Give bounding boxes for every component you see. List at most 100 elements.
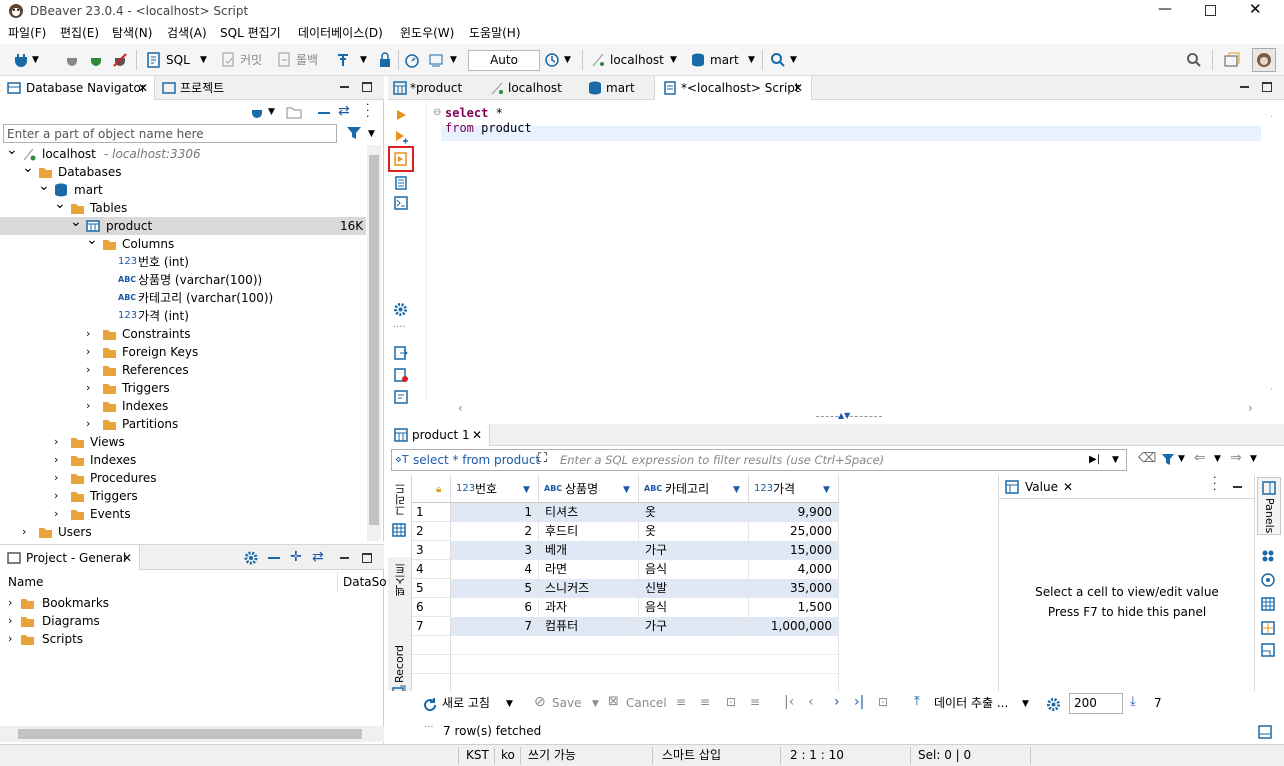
tab-grid[interactable]: 그리드: [388, 475, 411, 557]
expand-icon[interactable]: ✛: [290, 549, 302, 565]
grid-cell[interactable]: 15,000: [749, 541, 839, 560]
results-query-text[interactable]: select * from product: [413, 452, 540, 468]
server-dropdown-icon[interactable]: ▼: [450, 52, 457, 68]
tree-node[interactable]: ⌄ localhost - localhost:3306: [0, 145, 366, 163]
rollback-icon[interactable]: [276, 52, 292, 68]
tree-node[interactable]: ABC 카테고리 (varchar(100)): [0, 289, 366, 307]
tree-node[interactable]: › Events: [0, 505, 366, 523]
tree-node[interactable]: ⌄ Tables: [0, 196, 366, 217]
grid-cell[interactable]: 음식: [639, 560, 749, 579]
refresh-icon[interactable]: [422, 697, 438, 713]
grid-cell[interactable]: 25,000: [749, 522, 839, 541]
grid-cell[interactable]: 4: [451, 560, 539, 579]
chevron-right-icon[interactable]: ›: [54, 488, 58, 504]
fetch-size-input[interactable]: 200: [1069, 693, 1123, 714]
tree-node[interactable]: › Triggers: [0, 379, 366, 397]
export-dropdown-icon[interactable]: ▼: [1022, 696, 1029, 712]
filter-icon[interactable]: [1161, 453, 1175, 467]
chevron-right-icon[interactable]: ›: [54, 452, 58, 468]
grid-cell[interactable]: 신발: [639, 579, 749, 598]
chevron-right-icon[interactable]: ›: [86, 362, 90, 378]
global-search-icon[interactable]: [1186, 52, 1202, 68]
tab-localhost[interactable]: localhost: [508, 80, 562, 96]
perspective-icon[interactable]: [1224, 52, 1240, 68]
chevron-down-icon[interactable]: ⌄: [70, 214, 82, 230]
rollback-label[interactable]: 롤백: [296, 52, 318, 68]
sort-dropdown-icon[interactable]: ▼: [823, 482, 830, 498]
transaction-mode-icon[interactable]: [336, 52, 352, 68]
execute-in-new-tab-icon[interactable]: [394, 130, 408, 144]
chevron-right-icon[interactable]: ›: [22, 524, 26, 540]
save-dropdown-icon[interactable]: ▼: [592, 696, 599, 712]
menu-database[interactable]: 데이터베이스(D): [298, 25, 383, 41]
grid-cell[interactable]: 3: [451, 541, 539, 560]
refresh-button[interactable]: 새로 고침: [442, 695, 490, 711]
sql-editor-icon[interactable]: [146, 52, 162, 68]
close-icon[interactable]: ✕: [122, 550, 132, 566]
project-item[interactable]: › Diagrams: [0, 612, 366, 630]
next-page-icon[interactable]: ›: [834, 694, 840, 710]
chevron-right-icon[interactable]: ›: [8, 613, 12, 629]
grid-cell[interactable]: 5: [451, 579, 539, 598]
project-item[interactable]: › Bookmarks: [0, 594, 366, 612]
grid-cell[interactable]: 티셔츠: [539, 503, 639, 522]
minimize-view-icon[interactable]: [340, 86, 349, 88]
commit-icon[interactable]: [220, 52, 236, 68]
sort-dropdown-icon[interactable]: ▼: [523, 482, 530, 498]
grid-cell[interactable]: 옷: [639, 503, 749, 522]
gear-icon[interactable]: [393, 302, 408, 317]
row-count-icon[interactable]: ⤓: [1130, 694, 1136, 710]
row-number[interactable]: 6: [412, 598, 451, 617]
tab-localhost-script[interactable]: *<localhost> Script ✕: [654, 76, 812, 100]
tab-project-general[interactable]: Project - General ✕: [0, 545, 140, 570]
tab-text[interactable]: 텍스트: [388, 559, 411, 619]
project-hscrollbar-thumb[interactable]: [18, 729, 362, 739]
search-icon[interactable]: [770, 52, 786, 68]
grid-cell[interactable]: 옷: [639, 522, 749, 541]
tree-node[interactable]: › References: [0, 361, 366, 379]
server-status-icon[interactable]: [428, 52, 444, 68]
export-data-button[interactable]: 데이터 추출 ...: [934, 695, 1008, 711]
tree-node[interactable]: ABC 상품명 (varchar(100)): [0, 271, 366, 289]
view-menu-icon[interactable]: · · ·: [366, 99, 372, 122]
save-script-icon[interactable]: [394, 390, 408, 404]
aggregate-icon[interactable]: [1261, 573, 1275, 587]
dashboard-icon[interactable]: [404, 52, 420, 68]
link-editor-icon[interactable]: ⇄: [312, 549, 324, 565]
chevron-right-icon[interactable]: ›: [86, 326, 90, 342]
results-layout-icon[interactable]: [1258, 725, 1272, 739]
tree-node[interactable]: › Indexes: [0, 397, 366, 415]
grid-cell[interactable]: 1,500: [749, 598, 839, 617]
close-icon[interactable]: ✕: [138, 80, 148, 96]
menu-edit[interactable]: 편집(E): [60, 25, 99, 41]
tree-node[interactable]: › Indexes: [0, 451, 366, 469]
save-icon[interactable]: ⊘: [534, 694, 546, 710]
chevron-down-icon[interactable]: ⌄: [22, 160, 34, 176]
column-header[interactable]: 123 가격 ▼: [749, 475, 839, 503]
explain-plan-icon[interactable]: [394, 176, 408, 190]
grid-cell[interactable]: 라면: [539, 560, 639, 579]
close-icon[interactable]: ✕: [472, 427, 482, 443]
refresh-dropdown-icon[interactable]: ▼: [506, 696, 513, 712]
chevron-right-icon[interactable]: ›: [8, 595, 12, 611]
minimize-view-icon[interactable]: [1240, 86, 1249, 88]
tree-node[interactable]: ⌄ Databases: [0, 160, 366, 181]
dbeaver-perspective-button[interactable]: [1252, 48, 1276, 72]
tab-projects[interactable]: 프로젝트: [180, 80, 224, 96]
grid-cell[interactable]: 베개: [539, 541, 639, 560]
menu-sql-editor[interactable]: SQL 편집기: [220, 25, 281, 41]
view-menu-icon[interactable]: · · ·: [1213, 472, 1219, 495]
chevron-right-icon[interactable]: ›: [54, 506, 58, 522]
close-icon[interactable]: ✕: [793, 80, 803, 96]
tree-node[interactable]: ⌄ Columns: [0, 232, 366, 253]
menu-help[interactable]: 도움말(H): [469, 25, 521, 41]
scroll-right-icon[interactable]: ›: [1248, 400, 1253, 416]
metadata-icon[interactable]: [1261, 597, 1275, 611]
first-page-icon[interactable]: |‹: [784, 694, 794, 710]
navigator-filter-input[interactable]: Enter a part of object name here: [3, 124, 337, 143]
lock-icon[interactable]: [377, 52, 393, 68]
active-datasource[interactable]: localhost: [610, 52, 664, 68]
tree-node[interactable]: › Foreign Keys: [0, 343, 366, 361]
grouping-icon[interactable]: [1261, 643, 1275, 657]
chevron-right-icon[interactable]: ›: [54, 434, 58, 450]
